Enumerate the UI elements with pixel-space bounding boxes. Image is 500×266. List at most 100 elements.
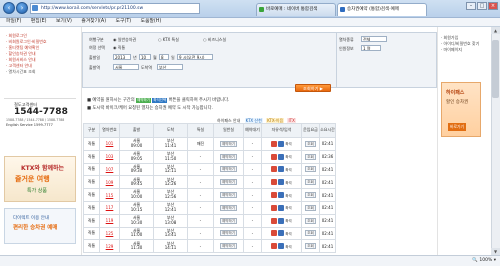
left-link-discount[interactable]: · 할인승차권 안내 (6, 51, 36, 56)
fare-button[interactable]: 조회 (305, 140, 316, 147)
reserve-button[interactable]: 예약하기 (219, 140, 238, 147)
wheelchair-seat-icon[interactable] (271, 204, 278, 211)
cell-train-no[interactable]: 119 (99, 213, 120, 228)
address-bar[interactable]: http://www.korail.com/servlets/pr.pr2110… (30, 3, 200, 14)
wheelchair-seat-icon[interactable] (271, 153, 278, 160)
wheelchair-seat-icon[interactable] (271, 140, 278, 147)
forward-icon[interactable]: › (16, 2, 28, 14)
month-select[interactable]: 10 (139, 54, 151, 60)
year-select[interactable]: 2013 (113, 54, 131, 60)
fare-button[interactable]: 조회 (305, 179, 316, 186)
type-option-normal[interactable]: ◉ 일반승차권 (113, 37, 136, 43)
fare-button[interactable]: 조회 (305, 192, 316, 199)
seat-map-icon[interactable] (278, 140, 285, 147)
menu-favorites[interactable]: 즐겨찾기(A) (81, 19, 106, 24)
reserve-button[interactable]: 예약하기 (219, 153, 238, 160)
wheelchair-seat-icon[interactable] (271, 179, 278, 186)
reserve-button[interactable]: 예약하기 (219, 204, 238, 211)
cell-train-no[interactable]: 129 (99, 239, 120, 254)
cell-arrival: 부산 12:11 (153, 162, 188, 177)
close-icon[interactable]: × (488, 2, 498, 10)
from-station-input[interactable]: 서울 (113, 64, 139, 70)
seat-map-icon[interactable] (278, 153, 285, 160)
cell-kind: 직통 (83, 200, 100, 215)
fare-button[interactable]: 조회 (305, 204, 316, 211)
reserve-button[interactable]: 예약하기 (219, 166, 238, 173)
cell-train-no[interactable]: 103 (99, 149, 120, 164)
cell-train-no[interactable]: 115 (99, 188, 120, 202)
maximize-icon[interactable]: □ (477, 2, 487, 10)
seat-map-icon[interactable] (278, 204, 285, 211)
reserve-button[interactable]: 예약하기 (219, 217, 238, 224)
scrollbar-thumb[interactable] (492, 40, 499, 98)
menu-help[interactable]: 도움말(H) (141, 19, 162, 24)
cell-duration: 02:41 (319, 226, 336, 241)
tab-korail-search[interactable]: 승차권예약 (통합)검색·예매 (337, 3, 427, 16)
cell-fare: 조회 (301, 188, 320, 202)
reserve-button[interactable]: 예약하기 (219, 192, 238, 199)
menu-view[interactable]: 보기(V) (56, 19, 72, 24)
ktx-travel-ad[interactable]: KTX와 함께하는 즐거운 여행 특가 상품 (4, 156, 76, 202)
cell-arrival: 부산 11:41 (153, 137, 188, 151)
menu-file[interactable]: 파일(F) (6, 19, 21, 24)
hour-select[interactable]: 9 시(오전 9시) (177, 54, 213, 60)
seat-map-icon[interactable] (278, 166, 285, 173)
cell-train-no[interactable]: 101 (99, 137, 120, 151)
direct-service-ad[interactable]: 다이렉트 이용 안내 편리한 승차권 예매 (4, 208, 76, 244)
menu-bar: 파일(F) 편집(E) 보기(V) 즐겨찾기(A) 도구(T) 도움말(H) (0, 18, 500, 27)
type-option-ktx-first[interactable]: ○ KTX 특실 (158, 37, 179, 43)
tab-naver-search[interactable]: 바로예매 : 네이버 통합검색 (256, 3, 336, 16)
seat-map-icon[interactable] (278, 192, 285, 199)
arrival-time: 13:08 (164, 219, 177, 225)
fare-button[interactable]: 조회 (305, 217, 316, 224)
reserve-button[interactable]: 예약하기 (219, 243, 238, 250)
direction-option-direct[interactable]: ◉ 직통 (113, 45, 125, 51)
day-select[interactable]: 8 (159, 54, 169, 60)
seat-map-icon[interactable] (278, 179, 285, 186)
left-link-member[interactable]: · 회원서비스 안내 (6, 57, 36, 62)
menu-tools[interactable]: 도구(T) (116, 19, 132, 24)
wheelchair-seat-icon[interactable] (271, 230, 278, 237)
scroll-down-icon[interactable]: ▼ (491, 248, 500, 255)
seat-map-icon[interactable] (278, 230, 285, 237)
scroll-up-icon[interactable]: ▲ (491, 27, 500, 34)
reserve-button[interactable]: 예약하기 (219, 179, 238, 186)
type-option-business[interactable]: ○ 비즈니스실 (203, 37, 226, 43)
cell-free-seat: 좌석 (261, 213, 302, 228)
left-link-guest[interactable]: · 비회원로그인·비밀번호 (6, 39, 47, 44)
fare-button[interactable]: 조회 (305, 166, 316, 173)
to-station-input[interactable]: 부산 (157, 64, 183, 70)
left-link-timetable[interactable]: · 열차시간표 조회 (6, 69, 36, 74)
fare-button[interactable]: 조회 (305, 230, 316, 237)
cell-free-seat: 좌석 (261, 239, 302, 254)
wheelchair-seat-icon[interactable] (271, 217, 278, 224)
fare-button[interactable]: 조회 (305, 243, 316, 250)
right-link-mypage[interactable]: · 마이페이지 (441, 47, 462, 52)
people-select[interactable]: 1 명 (361, 45, 381, 51)
hipass-ad[interactable]: 하이패스 할인 승차권 바로가기 (441, 82, 481, 137)
train-class-select[interactable]: 전체 (361, 36, 387, 42)
reserve-button[interactable]: 예약하기 (219, 230, 238, 237)
right-link-find[interactable]: · 아이디/비밀번호 찾기 (441, 41, 479, 46)
right-link-signup[interactable]: · 회원가입 (441, 35, 458, 40)
minimize-icon[interactable]: – (466, 2, 476, 10)
wheelchair-seat-icon[interactable] (271, 192, 278, 199)
back-icon[interactable]: ‹ (3, 2, 15, 14)
train-schedule-table: 구분 열차번호 출발 도착 특실 일반실 예약대기 자유석/입석 운임요금 소요… (83, 123, 336, 254)
menu-edit[interactable]: 편집(E) (31, 19, 47, 24)
cell-train-no[interactable]: 117 (99, 200, 120, 215)
left-link-customer[interactable]: · 고객센터 안내 (6, 63, 32, 68)
header-free-seat: 자유석/입석 (261, 123, 302, 138)
cell-train-no[interactable]: 107 (99, 162, 120, 177)
zoom-level[interactable]: 🔍 100% ▾ (472, 256, 496, 266)
wheelchair-seat-icon[interactable] (271, 166, 278, 173)
cell-train-no[interactable]: 109 (99, 175, 120, 190)
wheelchair-seat-icon[interactable] (271, 243, 278, 250)
left-link-hometicket[interactable]: · 홈티켓팅 예약확인 (6, 45, 39, 50)
fare-button[interactable]: 조회 (305, 153, 316, 160)
seat-map-icon[interactable] (278, 243, 285, 250)
left-link-login[interactable]: · 회원로그인 (6, 33, 27, 38)
seat-map-icon[interactable] (278, 217, 285, 224)
cell-train-no[interactable]: 125 (99, 226, 120, 241)
search-button[interactable]: 조회하기 ▶ (295, 84, 331, 92)
